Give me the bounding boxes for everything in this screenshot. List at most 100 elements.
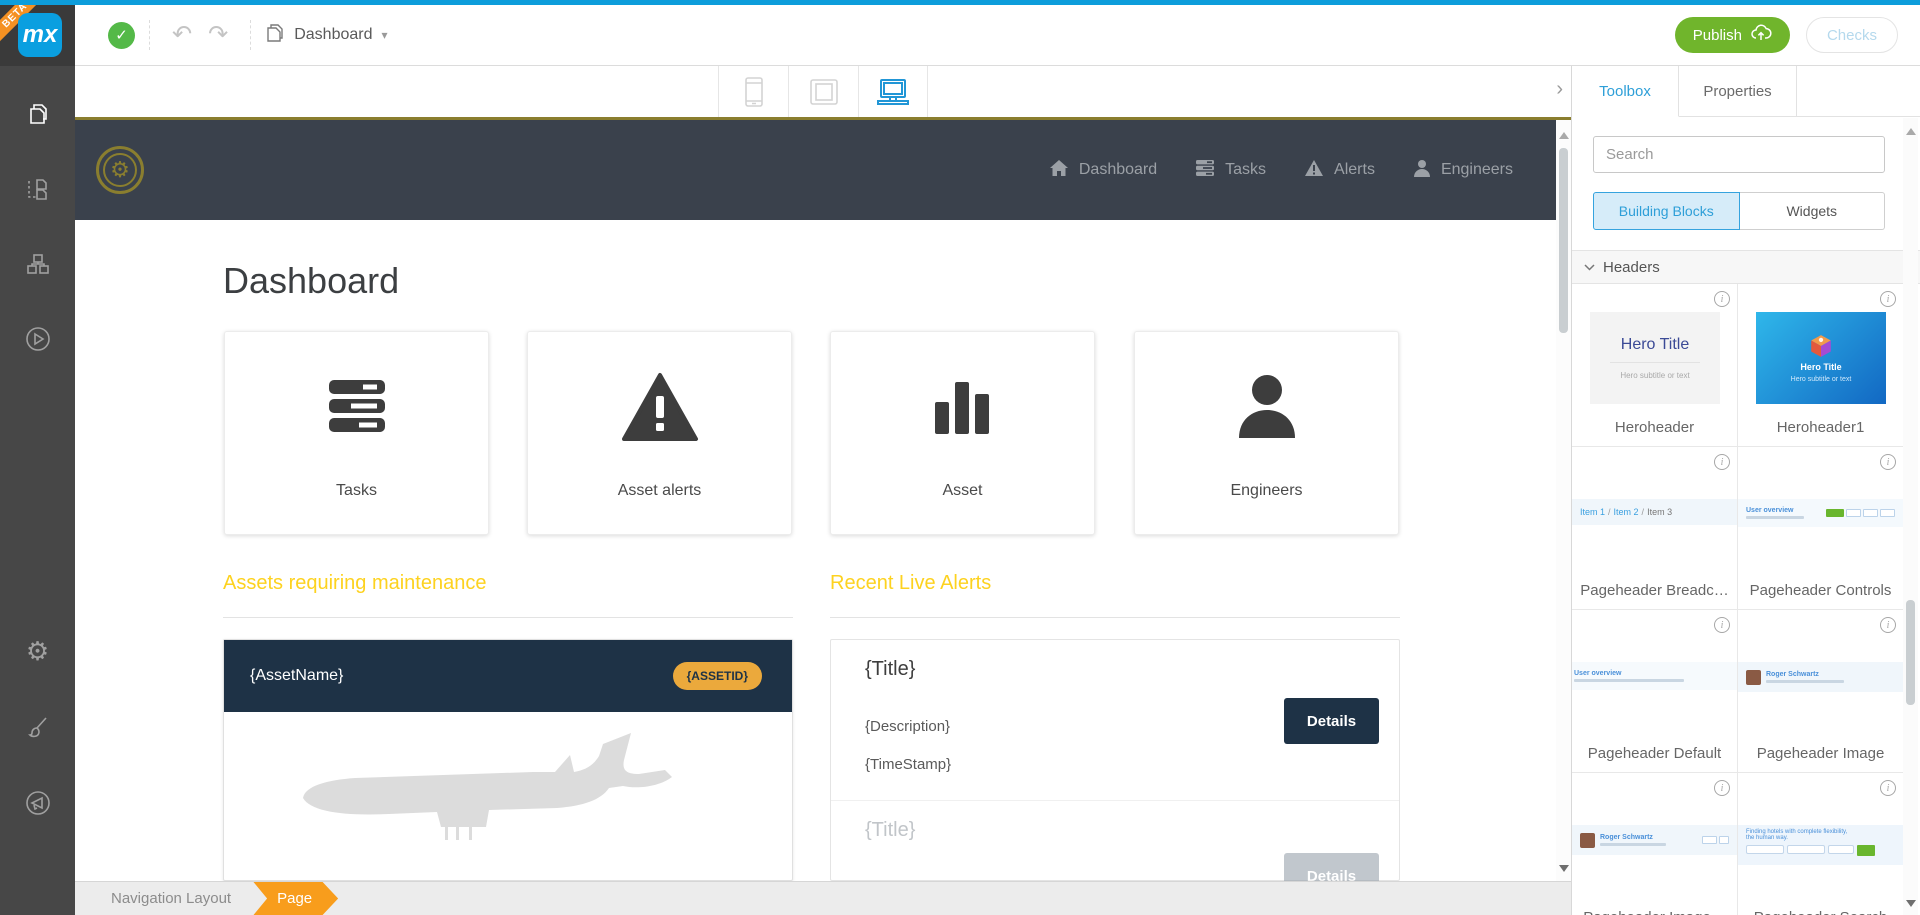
page-switcher-label: Dashboard — [294, 26, 373, 43]
nav-item-label: Engineers — [1440, 161, 1513, 178]
scroll-down-arrow[interactable] — [1906, 900, 1916, 907]
info-icon[interactable]: i — [1880, 291, 1896, 307]
info-icon[interactable]: i — [1880, 617, 1896, 633]
saved-check-icon: ✓ — [108, 21, 135, 49]
page-templates-icon[interactable] — [0, 165, 75, 213]
thumbnail: Hero Title Hero subtitle or text — [1756, 312, 1886, 404]
tab-toolbox[interactable]: Toolbox — [1572, 66, 1679, 117]
breadcrumb-page-tag[interactable]: Page — [253, 882, 338, 915]
feedback-megaphone-icon[interactable] — [0, 779, 75, 827]
card-engineers[interactable]: Engineers — [1134, 331, 1399, 535]
nav-item-tasks[interactable]: Tasks — [1195, 159, 1266, 182]
nav-item-alerts[interactable]: Alerts — [1304, 159, 1375, 182]
widgets-filter-button[interactable]: Widgets — [1739, 192, 1885, 230]
headers-section-toggle[interactable]: Headers — [1572, 250, 1920, 284]
redo-button[interactable]: ↷ — [200, 23, 236, 47]
info-icon[interactable]: i — [1714, 291, 1730, 307]
thumb-text-block: User overview — [1574, 670, 1684, 682]
scrollbar-thumb[interactable] — [1559, 148, 1568, 333]
panel-scrollbar[interactable] — [1903, 118, 1918, 915]
search-input[interactable] — [1593, 136, 1885, 173]
cube-icon — [1811, 334, 1831, 357]
toolbox-filter-segment: Building Blocks Widgets — [1593, 192, 1885, 230]
thumb-buttons — [1826, 509, 1895, 517]
details-button[interactable]: Details — [1284, 853, 1379, 881]
mendix-logo-tile: BETA mx — [0, 0, 75, 66]
thumbnail: Roger Schwartz — [1572, 825, 1737, 855]
canvas-scrollbar[interactable] — [1556, 120, 1571, 881]
scroll-up-arrow[interactable] — [1559, 132, 1569, 139]
tab-filler — [1797, 66, 1920, 117]
thumb-button — [1826, 509, 1844, 517]
page-nav-items: Dashboard Tasks Alerts Engineers — [1049, 120, 1513, 220]
toolbox-item-pageheader-search[interactable]: i Finding hotels with complete flexibili… — [1738, 773, 1904, 915]
thumbnail: Item 1 / Item 2 / Item 3 — [1572, 499, 1737, 525]
thumb-crumb-sep: / — [1608, 507, 1611, 517]
scrollbar-thumb[interactable] — [1906, 600, 1915, 705]
thumb-divider — [1610, 362, 1700, 363]
tab-properties[interactable]: Properties — [1679, 66, 1797, 117]
desktop-view-button[interactable] — [858, 66, 928, 117]
pages-icon — [265, 22, 285, 49]
scroll-down-arrow[interactable] — [1559, 865, 1569, 872]
section-divider — [223, 617, 793, 618]
toolbox-item-heroheader1[interactable]: i Hero Title Hero subtitle or text Heroh… — [1738, 284, 1904, 447]
nav-item-dashboard[interactable]: Dashboard — [1049, 159, 1157, 182]
alert-list-item[interactable]: {Title} Details — [831, 800, 1399, 881]
details-button[interactable]: Details — [1284, 698, 1379, 744]
navigation-tree-icon[interactable] — [0, 240, 75, 288]
breadcrumb-navigation-layout[interactable]: Navigation Layout — [111, 890, 231, 907]
info-icon[interactable]: i — [1880, 780, 1896, 796]
toolbox-item-pageheader-image-actions[interactable]: i Roger Schwartz Pageheader Image… — [1572, 773, 1738, 915]
toolbox-panel-body: Building Blocks Widgets Headers i Hero T… — [1572, 117, 1920, 915]
info-icon[interactable]: i — [1714, 454, 1730, 470]
asset-list-item[interactable]: {AssetName} {ASSETID} — [223, 639, 793, 881]
info-icon[interactable]: i — [1880, 454, 1896, 470]
toolbox-item-pageheader-default[interactable]: i User overview Pageheader Default — [1572, 610, 1738, 773]
card-label: Asset alerts — [617, 482, 702, 499]
thumb-button — [1857, 845, 1875, 856]
pages-icon[interactable] — [0, 90, 75, 138]
alert-list-item[interactable]: {Title} {Description} {TimeStamp} Detail… — [831, 640, 1399, 800]
page-switcher[interactable]: Dashboard ▾ — [265, 22, 388, 49]
settings-gear-icon[interactable]: ⚙ — [0, 627, 75, 675]
thumb-text-line — [1600, 843, 1666, 846]
brand-emblem-icon: ⚙ — [96, 146, 144, 194]
card-tasks[interactable]: Tasks — [224, 331, 489, 535]
publish-button[interactable]: Publish — [1674, 17, 1790, 53]
card-label: Tasks — [336, 482, 377, 499]
toolbox-item-label: Heroheader — [1614, 419, 1695, 436]
info-icon[interactable]: i — [1714, 617, 1730, 633]
info-icon[interactable]: i — [1714, 780, 1730, 796]
page-canvas[interactable]: ⚙ Dashboard Tasks Alerts Engineers Dashb… — [75, 120, 1556, 881]
building-blocks-filter-button[interactable]: Building Blocks — [1593, 192, 1740, 230]
toolbox-item-pageheader-breadcrumb[interactable]: i Item 1 / Item 2 / Item 3 Pageheader Br… — [1572, 447, 1738, 610]
tablet-view-button[interactable] — [788, 66, 858, 117]
nav-item-engineers[interactable]: Engineers — [1413, 159, 1513, 182]
thumb-button — [1719, 836, 1729, 844]
alerts-list[interactable]: {Title} {Description} {TimeStamp} Detail… — [830, 639, 1400, 881]
thumb-search-row — [1746, 845, 1895, 856]
microflows-play-icon[interactable] — [0, 315, 75, 363]
studio-window: BETA mx ✓ ↶ ↷ Dashboard ▾ Publish Checks… — [0, 0, 1920, 915]
undo-button[interactable]: ↶ — [164, 23, 200, 47]
bar-chart-icon — [931, 332, 995, 482]
checks-button[interactable]: Checks — [1805, 17, 1898, 53]
toolbox-item-pageheader-controls[interactable]: i User overview Pageheader Controls — [1738, 447, 1904, 610]
theme-brush-icon[interactable] — [0, 703, 75, 751]
thumbnail: Roger Schwartz — [1738, 662, 1903, 692]
thumb-text-line — [1574, 679, 1684, 682]
phone-view-button[interactable] — [718, 66, 788, 117]
device-toggle-group — [718, 66, 928, 117]
card-asset[interactable]: Asset — [830, 331, 1095, 535]
scroll-up-arrow[interactable] — [1906, 128, 1916, 135]
toolbox-item-pageheader-image[interactable]: i Roger Schwartz Pageheader Image — [1738, 610, 1904, 773]
asset-id-badge: {ASSETID} — [672, 662, 762, 690]
top-accent-strip — [0, 0, 1920, 5]
alert-title: {Title} — [865, 658, 916, 680]
toolbox-item-heroheader[interactable]: i Hero Title Hero subtitle or text Heroh… — [1572, 284, 1738, 447]
scroll-right-chevron-icon[interactable]: › — [1556, 78, 1563, 101]
page-navbar[interactable]: ⚙ Dashboard Tasks Alerts Engineers — [75, 120, 1556, 220]
card-asset-alerts[interactable]: Asset alerts — [527, 331, 792, 535]
thumb-input — [1828, 845, 1854, 854]
